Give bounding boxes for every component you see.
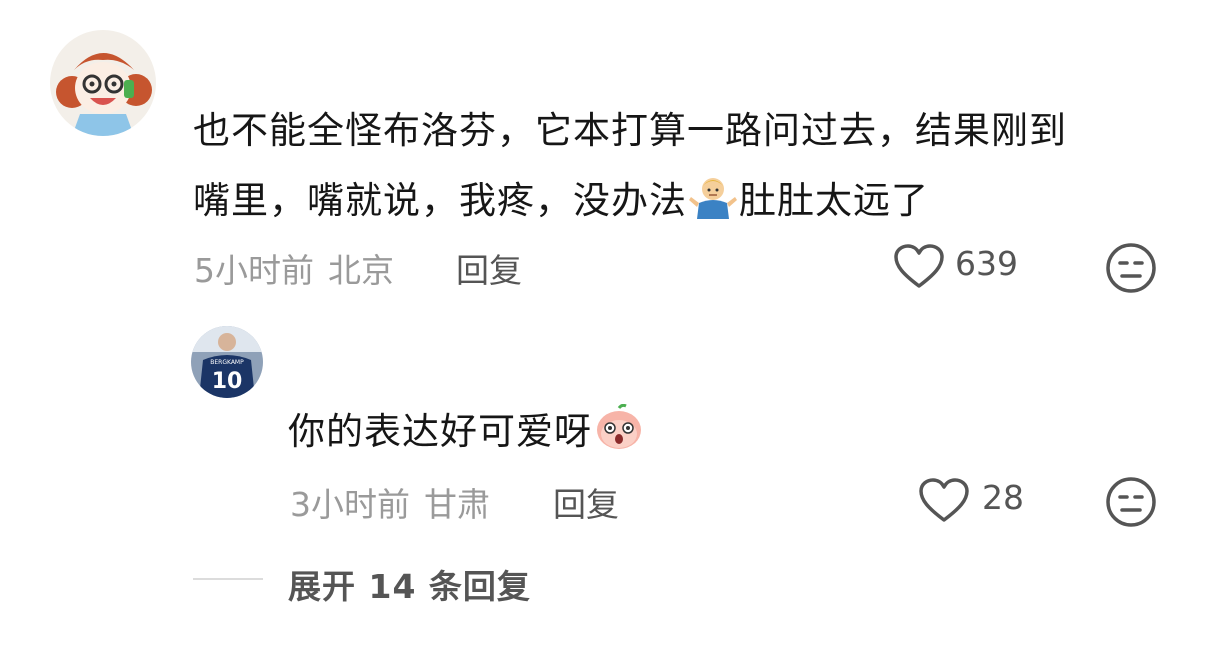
reply-meta: 3小时前 甘肃	[290, 478, 490, 526]
comment-reply-button[interactable]: 回复	[456, 244, 522, 292]
expand-replies-button[interactable]: 展开 14 条回复	[288, 560, 531, 608]
heart-icon	[919, 478, 969, 522]
comment-meta: 5小时前 北京	[194, 244, 394, 292]
meh-face-icon	[1106, 477, 1156, 527]
reply-avatar[interactable]: BERGKAMP 10	[191, 326, 263, 398]
comment-text-part-a: 嘴里，嘴就说，我疼，没办法	[193, 179, 687, 222]
reply-reply-button[interactable]: 回复	[553, 478, 619, 526]
jersey-number: 10	[212, 369, 243, 394]
peach-face-emoji-icon	[594, 403, 644, 463]
comment-text: 也不能全怪布洛芬，它本打算一路问过去，结果刚到 嘴里，嘴就说，我疼，没办法 肚肚…	[193, 96, 1173, 242]
meh-face-icon	[1106, 243, 1156, 293]
reply-like-button[interactable]: 28	[918, 476, 1038, 526]
comment-like-button[interactable]: 639	[893, 242, 1033, 292]
reply-text-body: 你的表达好可爱呀	[288, 410, 592, 453]
comment-dislike-button[interactable]	[1105, 242, 1157, 294]
jersey-name: BERGKAMP	[210, 359, 244, 366]
heart-icon	[894, 244, 944, 288]
reply-location: 甘肃	[424, 485, 490, 524]
comment-text-line-1: 也不能全怪布洛芬，它本打算一路问过去，结果刚到	[193, 109, 1067, 152]
comment-text-line-2: 嘴里，嘴就说，我疼，没办法 肚肚太远了	[193, 166, 1173, 242]
comment-text-part-b: 肚肚太远了	[739, 179, 929, 222]
comment-location: 北京	[328, 251, 394, 290]
comment-like-count: 639	[955, 244, 1018, 283]
reply-text: 你的表达好可爱呀	[288, 403, 646, 463]
reply-dislike-button[interactable]	[1105, 476, 1157, 528]
reply-like-count: 28	[982, 478, 1024, 517]
person-shrugging-emoji-icon	[689, 172, 737, 242]
expand-divider	[193, 578, 263, 580]
reply-time: 3小时前	[290, 485, 410, 524]
comment-avatar[interactable]	[50, 30, 156, 136]
comment-time: 5小时前	[194, 251, 314, 290]
